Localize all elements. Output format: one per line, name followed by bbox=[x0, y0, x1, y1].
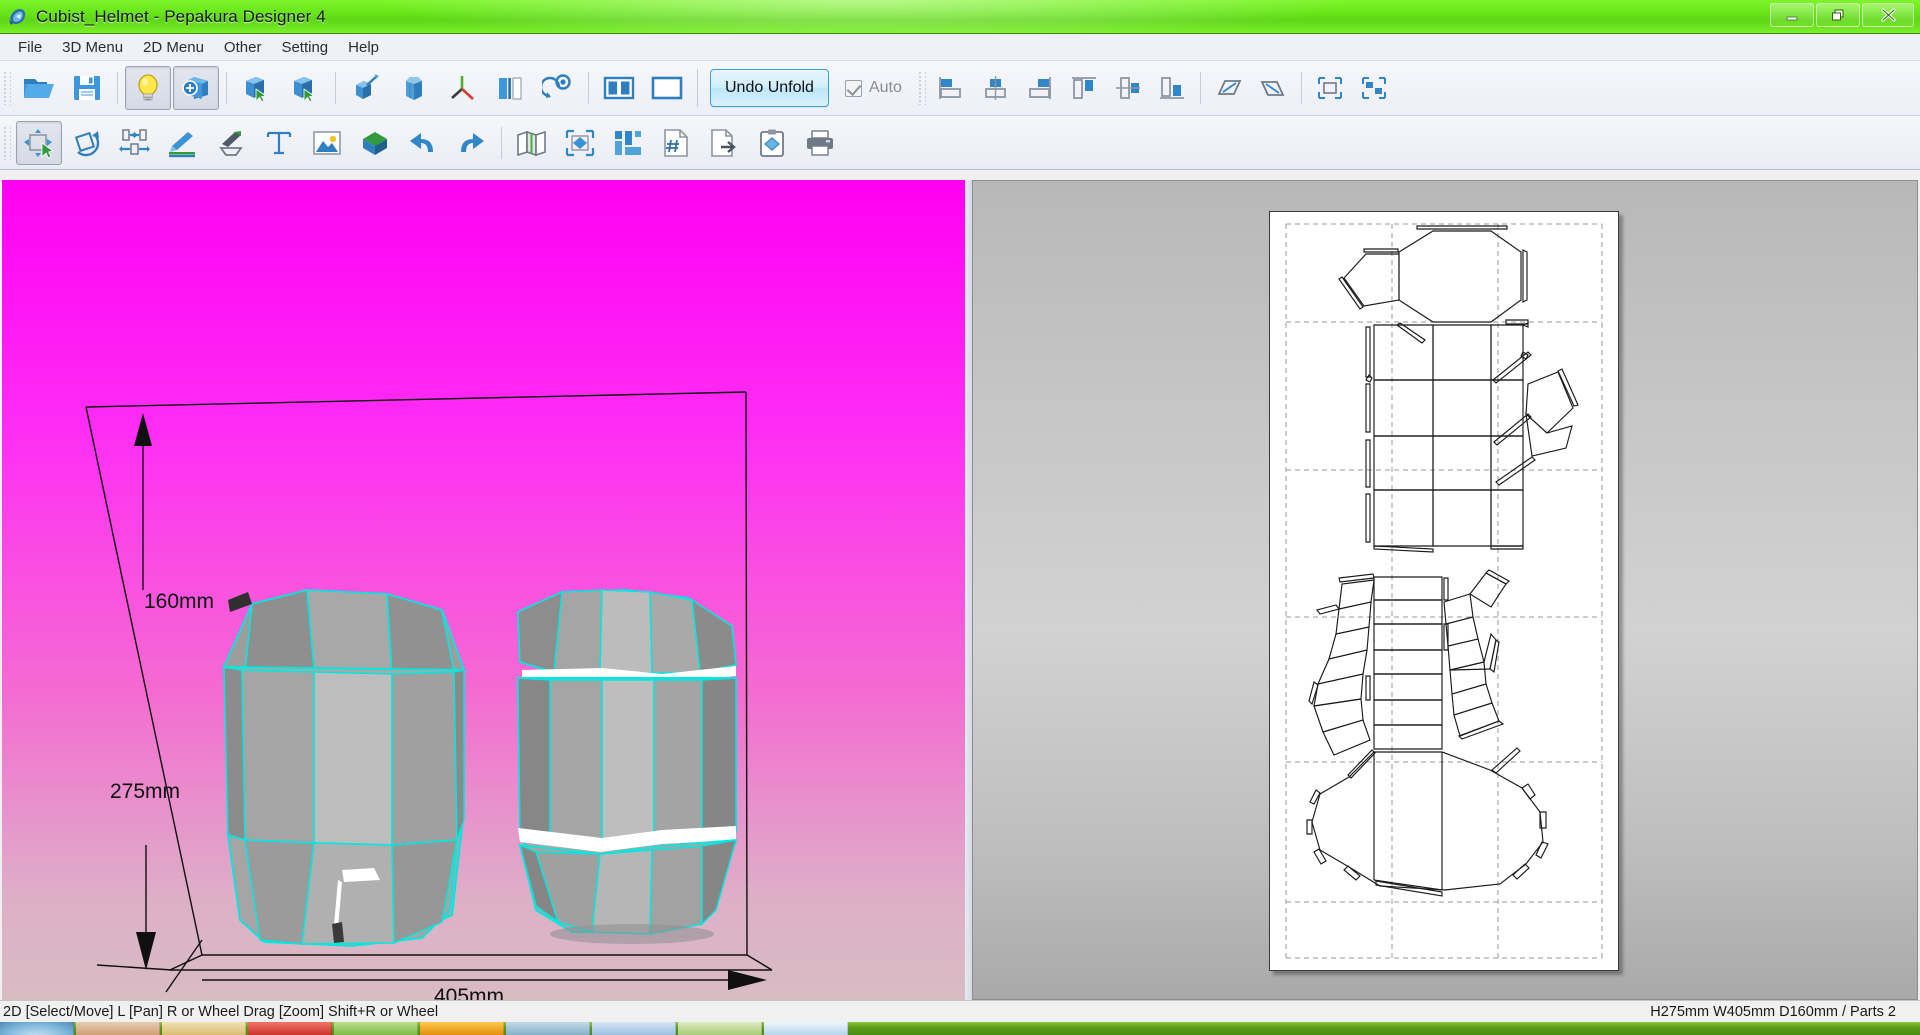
flip-horizontal-button[interactable] bbox=[1208, 68, 1250, 108]
rotate-part-tool-button[interactable] bbox=[64, 121, 110, 165]
fit-to-page-button[interactable] bbox=[557, 121, 603, 165]
edit-toolbar bbox=[0, 116, 1920, 170]
toolbar-separator-1 bbox=[117, 72, 118, 104]
menu-setting[interactable]: Setting bbox=[271, 36, 338, 59]
undo-button[interactable] bbox=[400, 121, 446, 165]
menu-bar: File 3D Menu 2D Menu Other Setting Help bbox=[0, 34, 1920, 60]
export-page-button[interactable] bbox=[701, 121, 747, 165]
join-disconnect-tool-button[interactable] bbox=[112, 121, 158, 165]
minimize-button[interactable] bbox=[1770, 3, 1814, 27]
toolbar-separator-4 bbox=[588, 72, 589, 104]
scatter-parts-button[interactable] bbox=[1353, 68, 1395, 108]
arrange-parts-button[interactable] bbox=[605, 121, 651, 165]
model-part-left[interactable] bbox=[222, 588, 466, 947]
close-button[interactable] bbox=[1862, 3, 1914, 27]
number-edges-button[interactable] bbox=[653, 121, 699, 165]
clipboard-copy-button[interactable] bbox=[749, 121, 795, 165]
taskbar[interactable] bbox=[0, 1022, 1920, 1035]
align-left-button[interactable] bbox=[931, 68, 973, 108]
split-view-button[interactable] bbox=[596, 66, 642, 110]
taskbar-item-7[interactable] bbox=[592, 1022, 676, 1035]
toolbar-separator-5 bbox=[697, 69, 698, 107]
unfold-page[interactable] bbox=[1269, 211, 1619, 971]
menu-file[interactable]: File bbox=[8, 36, 52, 59]
auto-unfold-checkbox-group[interactable]: Auto bbox=[844, 79, 902, 97]
redo-button[interactable] bbox=[448, 121, 494, 165]
model-part-right[interactable] bbox=[516, 589, 738, 944]
status-hint: 2D [Select/Move] L [Pan] R or Wheel Drag… bbox=[3, 1003, 439, 1020]
edit-toolbar-separator-1 bbox=[501, 126, 502, 159]
taskbar-item-4[interactable] bbox=[334, 1022, 418, 1035]
taskbar-item-5[interactable] bbox=[420, 1022, 504, 1035]
open-file-button[interactable] bbox=[16, 66, 62, 110]
taskbar-item-2[interactable] bbox=[162, 1022, 246, 1035]
text-tool-button[interactable] bbox=[256, 121, 302, 165]
menu-other[interactable]: Other bbox=[214, 36, 272, 59]
pepakura-app-icon bbox=[7, 6, 29, 28]
status-model-info: H275mm W405mm D160mm / Parts 2 bbox=[1650, 1003, 1896, 1020]
taskbar-item-6[interactable] bbox=[506, 1022, 590, 1035]
flap-tool-button[interactable] bbox=[208, 121, 254, 165]
window-title: Cubist_Helmet - Pepakura Designer 4 bbox=[36, 6, 326, 26]
align-right-button[interactable] bbox=[1019, 68, 1061, 108]
taskbar-item-9[interactable] bbox=[764, 1022, 848, 1035]
toolbar-separator-7 bbox=[1300, 72, 1302, 104]
lighting-toggle-button[interactable] bbox=[125, 66, 171, 110]
align-center-horizontal-button[interactable] bbox=[975, 68, 1017, 108]
cylinder-open-button[interactable] bbox=[391, 66, 437, 110]
toolbar-separator-6 bbox=[1199, 72, 1201, 104]
unfold-control-group: Undo Unfold Auto bbox=[704, 61, 908, 115]
rotate-view-button[interactable] bbox=[535, 66, 581, 110]
paint-face-button[interactable] bbox=[343, 66, 389, 110]
print-button[interactable] bbox=[797, 121, 843, 165]
pane-splitter[interactable] bbox=[965, 180, 972, 1000]
menu-3d[interactable]: 3D Menu bbox=[52, 36, 133, 59]
model-3d-canvas[interactable]: 160mm 275mm 405mm bbox=[2, 180, 965, 1000]
depth-dimension-label: 160mm bbox=[144, 590, 214, 613]
main-toolbar: Undo Unfold Auto bbox=[0, 60, 1920, 116]
undo-unfold-button[interactable]: Undo Unfold bbox=[710, 69, 829, 107]
width-dimension-label: 405mm bbox=[434, 985, 504, 1000]
3d-shape-tool-button[interactable] bbox=[352, 121, 398, 165]
edit-line-tool-button[interactable] bbox=[160, 121, 206, 165]
toolbar-separator-3 bbox=[335, 72, 336, 104]
taskbar-item-3[interactable] bbox=[248, 1022, 332, 1035]
height-dimension-label: 275mm bbox=[110, 780, 180, 803]
select-edge-button[interactable] bbox=[282, 66, 328, 110]
auto-unfold-checkbox[interactable] bbox=[844, 79, 862, 97]
select-face-button[interactable] bbox=[234, 66, 280, 110]
align-middle-vertical-button[interactable] bbox=[1107, 68, 1149, 108]
align-top-button[interactable] bbox=[1063, 68, 1105, 108]
taskbar-start-orb[interactable] bbox=[0, 1022, 74, 1035]
unfold-pattern-canvas[interactable] bbox=[1270, 212, 1618, 970]
restore-button[interactable] bbox=[1816, 3, 1860, 27]
mirror-button[interactable] bbox=[487, 66, 533, 110]
save-file-button[interactable] bbox=[64, 66, 110, 110]
title-bar[interactable]: Cubist_Helmet - Pepakura Designer 4 bbox=[0, 0, 1920, 34]
menu-2d[interactable]: 2D Menu bbox=[133, 36, 214, 59]
status-bar: 2D [Select/Move] L [Pan] R or Wheel Drag… bbox=[0, 1000, 1920, 1022]
viewport-3d[interactable]: 160mm 275mm 405mm bbox=[2, 180, 965, 1000]
texture-toggle-button[interactable] bbox=[173, 66, 219, 110]
menu-help[interactable]: Help bbox=[338, 36, 389, 59]
image-tool-button[interactable] bbox=[304, 121, 350, 165]
axis-button[interactable] bbox=[439, 66, 485, 110]
edit-toolbar-grip[interactable] bbox=[3, 125, 11, 160]
align-bottom-button[interactable] bbox=[1151, 68, 1193, 108]
select-move-tool-button[interactable] bbox=[16, 120, 62, 165]
flip-vertical-button[interactable] bbox=[1252, 68, 1294, 108]
pattern-outlines[interactable] bbox=[1306, 225, 1579, 897]
taskbar-item-1[interactable] bbox=[76, 1022, 160, 1035]
unfold-layout-button[interactable] bbox=[509, 121, 555, 165]
single-view-button[interactable] bbox=[644, 66, 690, 110]
window-controls bbox=[1770, 3, 1914, 27]
auto-unfold-label: Auto bbox=[868, 79, 902, 96]
toolbar-grip[interactable] bbox=[3, 71, 11, 105]
group-parts-button[interactable] bbox=[1309, 68, 1351, 108]
align-toolbar-grip[interactable] bbox=[917, 71, 926, 105]
taskbar-item-8[interactable] bbox=[678, 1022, 762, 1035]
toolbar-separator-2 bbox=[226, 72, 227, 104]
viewport-2d[interactable] bbox=[972, 180, 1918, 1000]
